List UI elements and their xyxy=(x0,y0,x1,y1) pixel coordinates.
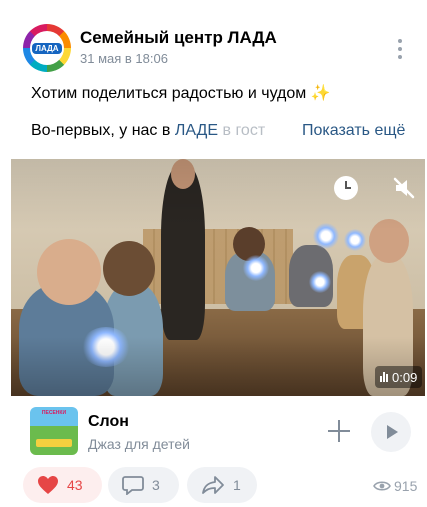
eye-icon xyxy=(373,481,391,491)
community-avatar[interactable]: ЛАДА xyxy=(23,24,71,72)
play-button[interactable] xyxy=(371,412,411,452)
song-title[interactable]: Слон xyxy=(88,413,129,431)
song-artist[interactable]: Джаз для детей xyxy=(88,436,190,452)
comment-icon xyxy=(122,476,144,495)
heart-icon xyxy=(38,476,58,494)
share-button[interactable]: 1 xyxy=(187,467,257,503)
like-button[interactable]: 43 xyxy=(23,467,102,503)
post-header: ЛАДА Семейный центр ЛАДА 31 мая в 18:06 xyxy=(0,0,427,76)
avatar-inner: ЛАДА xyxy=(30,31,64,65)
album-cover: ПЕСЕНКИ xyxy=(30,407,78,455)
avatar-logo: ЛАДА xyxy=(32,42,62,54)
views-counter: 915 xyxy=(373,478,417,494)
equalizer-icon xyxy=(380,372,388,382)
views-count: 915 xyxy=(394,478,418,494)
author-name[interactable]: Семейный центр ЛАДА xyxy=(80,28,277,48)
comments-count: 3 xyxy=(152,477,160,493)
add-icon[interactable] xyxy=(328,420,350,442)
share-icon xyxy=(202,476,224,494)
post-date[interactable]: 31 мая в 18:06 xyxy=(80,51,168,66)
video-player[interactable]: 0:09 xyxy=(11,159,425,396)
video-duration: 0:09 xyxy=(392,369,418,385)
sparkles-icon: ✨ xyxy=(310,85,331,102)
video-shade xyxy=(11,159,425,396)
likes-count: 43 xyxy=(67,477,83,493)
audio-attachment[interactable]: ПЕСЕНКИ Слон Джаз для детей xyxy=(0,400,427,462)
post-text-faded: в гост xyxy=(218,122,266,139)
video-duration-badge: 0:09 xyxy=(375,366,423,388)
album-cover-text: ПЕСЕНКИ xyxy=(41,410,67,416)
shares-count: 1 xyxy=(233,477,241,493)
post-text: Хотим поделиться радостью и чудом xyxy=(31,85,307,102)
album-cover-band xyxy=(36,439,72,447)
mute-icon[interactable] xyxy=(391,175,417,201)
post-text-line1: Хотим поделиться радостью и чудом ✨ xyxy=(31,83,331,103)
lada-link[interactable]: ЛАДЕ xyxy=(175,122,218,139)
comment-button[interactable]: 3 xyxy=(108,467,179,503)
post-text-start: Во-первых, у нас в xyxy=(31,122,175,139)
more-menu-icon[interactable] xyxy=(392,37,408,61)
clock-icon[interactable] xyxy=(334,176,358,200)
show-more-link[interactable]: Показать ещё xyxy=(296,122,406,140)
